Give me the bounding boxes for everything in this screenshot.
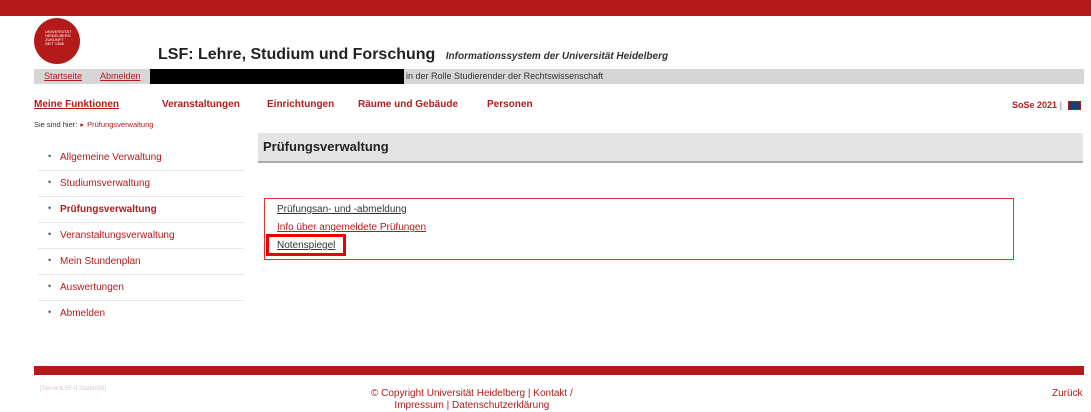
footer-separator: | — [527, 388, 531, 399]
breadcrumb-arrow-icon: ▸ — [80, 120, 85, 129]
copyright-link[interactable]: © Copyright Universität Heidelberg — [371, 388, 525, 399]
start-link[interactable]: Startseite — [44, 71, 82, 81]
exam-links-box: Prüfungsan- und -abmeldung Info über ang… — [264, 198, 1014, 260]
notenspiegel-highlight-box — [266, 234, 346, 256]
imprint-link[interactable]: Impressum — [394, 400, 443, 411]
uk-flag-icon[interactable] — [1067, 101, 1081, 111]
nav-meine-funktionen[interactable]: Meine Funktionen — [34, 99, 119, 110]
sidebar-item-label: Veranstaltungsverwaltung — [60, 230, 175, 241]
content-header: Prüfungsverwaltung — [258, 133, 1083, 163]
semester-switcher: SoSe 2021 | — [1012, 100, 1081, 111]
privacy-link[interactable]: Datenschutzerklärung — [452, 400, 549, 411]
bullet-icon: • — [48, 203, 52, 213]
sidebar-item-auswertungen[interactable]: • Auswertungen — [38, 275, 244, 301]
sidebar-item-label: Allgemeine Verwaltung — [60, 152, 162, 163]
university-logo[interactable]: UNIVERSITÄT HEIDELBERG ZUKUNFT SEIT 1386 — [34, 18, 80, 64]
bottom-brand-bar — [34, 366, 1084, 375]
sidebar-item-label: Auswertungen — [60, 282, 124, 293]
breadcrumb-current[interactable]: Prüfungsverwaltung — [87, 120, 153, 129]
sidebar-item-label: Abmelden — [60, 308, 106, 319]
sidebar-menu: • Allgemeine Verwaltung • Studiumsverwal… — [38, 145, 244, 326]
sidebar-item-allgemeine-verwaltung[interactable]: • Allgemeine Verwaltung — [38, 145, 244, 171]
sidebar-item-abmelden[interactable]: • Abmelden — [38, 301, 244, 326]
sidebar-item-pruefungsverwaltung[interactable]: • Prüfungsverwaltung — [38, 197, 244, 223]
logo-text: UNIVERSITÄT HEIDELBERG ZUKUNFT SEIT 1386 — [45, 29, 72, 46]
logout-link[interactable]: Abmelden — [100, 71, 141, 81]
breadcrumb-prefix: Sie sind hier: — [34, 120, 78, 129]
semester-separator: | — [1059, 100, 1063, 110]
bullet-icon: • — [48, 255, 52, 265]
bullet-icon: • — [48, 229, 52, 239]
sidebar-item-label: Studiumsverwaltung — [60, 178, 151, 189]
user-role: in der Rolle Studierender der Rechtswiss… — [406, 71, 604, 81]
semester-label[interactable]: SoSe 2021 — [1012, 100, 1057, 110]
bullet-icon: • — [48, 151, 52, 161]
bullet-icon: • — [48, 307, 52, 317]
contact-link[interactable]: Kontakt / — [533, 388, 572, 399]
site-subtitle: Informationssystem der Universität Heide… — [445, 51, 669, 62]
top-brand-bar — [0, 0, 1091, 16]
link-exam-registration[interactable]: Prüfungsan- und -abmeldung — [277, 204, 407, 215]
bullet-icon: • — [48, 177, 52, 187]
server-info: [ServerILSF-II Station09] — [40, 386, 107, 392]
sidebar-item-label: Mein Stundenplan — [60, 256, 141, 267]
page-title: Prüfungsverwaltung — [263, 139, 389, 154]
nav-veranstaltungen[interactable]: Veranstaltungen — [162, 99, 240, 110]
link-registered-exams-info[interactable]: Info über angemeldete Prüfungen — [277, 222, 426, 233]
nav-raeume-gebaeude[interactable]: Räume und Gebäude — [358, 99, 458, 110]
footer-links: © Copyright Universität Heidelberg | Kon… — [371, 388, 573, 412]
breadcrumb: Sie sind hier: ▸ Prüfungsverwaltung — [34, 120, 153, 129]
bullet-icon: • — [48, 281, 52, 291]
user-bar: Startseite Abmelden in der Rolle Studier… — [34, 69, 1084, 84]
nav-personen[interactable]: Personen — [487, 99, 533, 110]
sidebar-item-studiumsverwaltung[interactable]: • Studiumsverwaltung — [38, 171, 244, 197]
nav-einrichtungen[interactable]: Einrichtungen — [267, 99, 334, 110]
footer-separator: | — [446, 400, 450, 411]
site-title-text: LSF: Lehre, Studium und Forschung — [158, 46, 436, 63]
sidebar-item-stundenplan[interactable]: • Mein Stundenplan — [38, 249, 244, 275]
back-link[interactable]: Zurück — [1052, 388, 1083, 399]
sidebar-item-veranstaltungsverwaltung[interactable]: • Veranstaltungsverwaltung — [38, 223, 244, 249]
site-title: LSF: Lehre, Studium und Forschung Inform… — [158, 46, 668, 64]
sidebar-item-label: Prüfungsverwaltung — [60, 204, 157, 215]
redacted-username — [150, 69, 404, 84]
